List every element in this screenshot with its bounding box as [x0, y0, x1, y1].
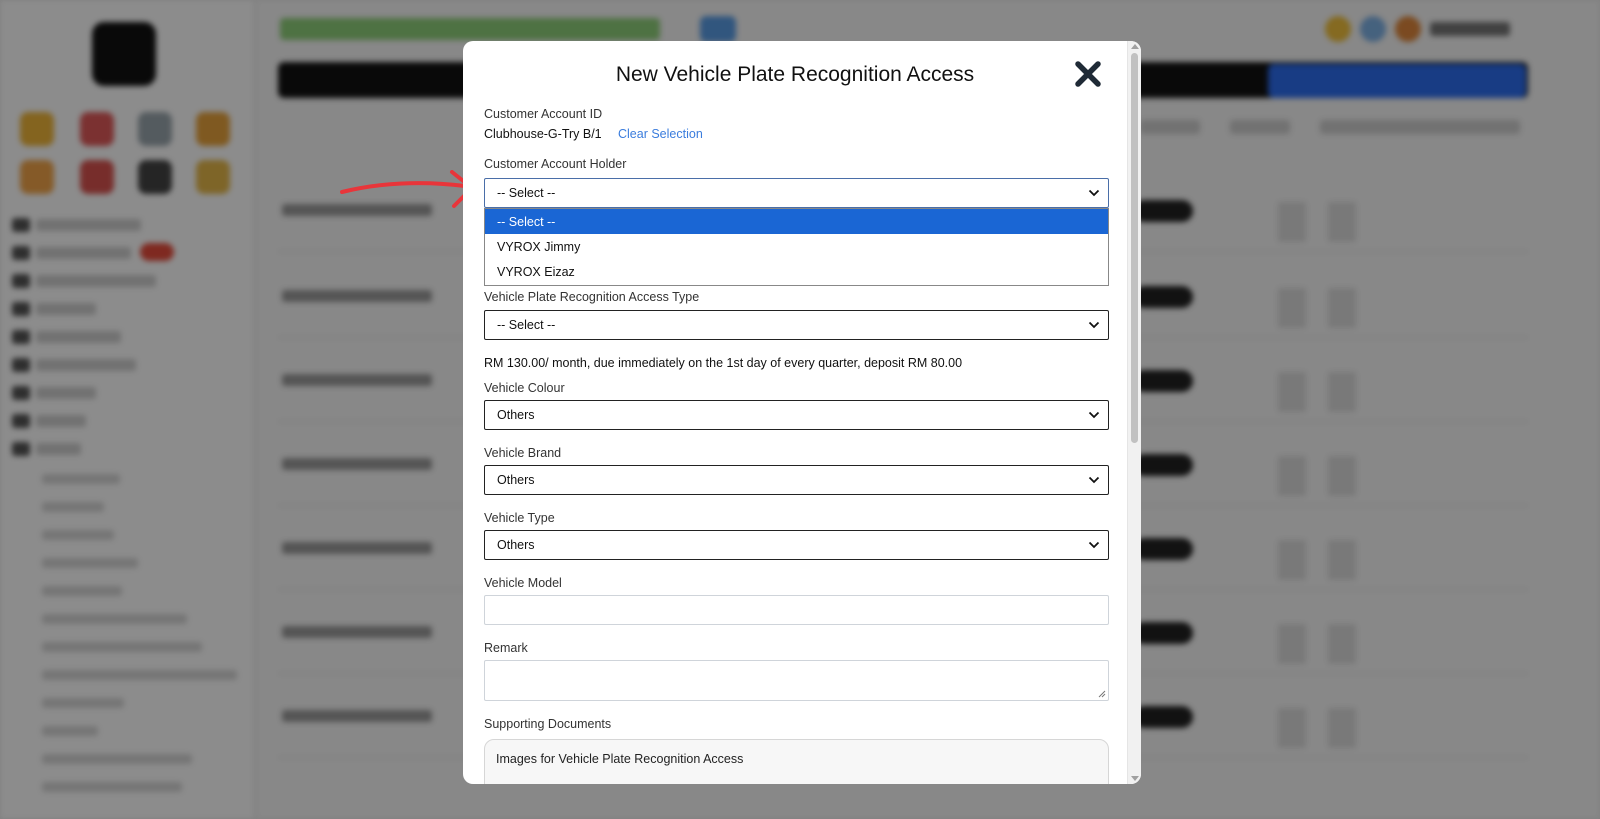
chevron-down-icon	[1088, 541, 1100, 549]
scroll-up-arrow-icon[interactable]	[1131, 44, 1139, 49]
chevron-down-icon	[1088, 189, 1100, 197]
vehicle-model-label: Vehicle Model	[484, 576, 562, 590]
close-button[interactable]	[1073, 59, 1103, 89]
vehicle-type-selected: Others	[497, 538, 535, 552]
pricing-note: RM 130.00/ month, due immediately on the…	[484, 356, 963, 370]
vehicle-brand-select[interactable]: Others	[484, 465, 1109, 495]
scroll-down-arrow-icon[interactable]	[1131, 776, 1139, 781]
chevron-down-icon	[1088, 321, 1100, 329]
new-vehicle-access-modal: New Vehicle Plate Recognition Access Cus…	[463, 41, 1141, 784]
remark-label: Remark	[484, 641, 528, 655]
customer-account-holder-dropdown: -- Select -- VYROX Jimmy VYROX Eizaz	[484, 208, 1109, 286]
access-type-selected: -- Select --	[497, 318, 556, 332]
vehicle-type-select[interactable]: Others	[484, 530, 1109, 560]
supporting-documents-upload[interactable]: Images for Vehicle Plate Recognition Acc…	[484, 739, 1109, 784]
resize-handle-icon[interactable]	[1098, 690, 1106, 698]
customer-account-id-value: Clubhouse-G-Try B/1	[484, 127, 602, 141]
supporting-documents-label: Supporting Documents	[484, 717, 612, 731]
scroll-thumb[interactable]	[1131, 53, 1138, 443]
customer-account-holder-label: Customer Account Holder	[484, 157, 627, 171]
vehicle-colour-selected: Others	[497, 408, 535, 422]
vehicle-colour-label: Vehicle Colour	[484, 381, 565, 395]
clear-selection-link[interactable]: Clear Selection	[618, 127, 703, 141]
customer-account-holder-selected: -- Select --	[497, 186, 556, 200]
dropdown-option-vyrox-jimmy[interactable]: VYROX Jimmy	[485, 234, 1108, 259]
vehicle-brand-selected: Others	[497, 473, 535, 487]
remark-textarea[interactable]	[484, 660, 1109, 701]
modal-scrollbar[interactable]	[1127, 41, 1141, 784]
close-icon	[1075, 61, 1101, 87]
dropdown-option-vyrox-eizaz[interactable]: VYROX Eizaz	[485, 259, 1108, 284]
customer-account-holder-select[interactable]: -- Select --	[484, 178, 1109, 208]
customer-account-id-label: Customer Account ID	[484, 107, 603, 121]
vehicle-colour-select[interactable]: Others	[484, 400, 1109, 430]
vehicle-model-input[interactable]	[484, 595, 1109, 625]
chevron-down-icon	[1088, 411, 1100, 419]
access-type-label: Vehicle Plate Recognition Access Type	[484, 290, 700, 304]
chevron-down-icon	[1088, 476, 1100, 484]
modal-title: New Vehicle Plate Recognition Access	[615, 63, 975, 86]
vehicle-brand-label: Vehicle Brand	[484, 446, 562, 460]
dropdown-option-select[interactable]: -- Select --	[485, 209, 1108, 234]
upload-box-text: Images for Vehicle Plate Recognition Acc…	[496, 752, 744, 766]
access-type-select[interactable]: -- Select --	[484, 310, 1109, 340]
vehicle-type-label: Vehicle Type	[484, 511, 555, 525]
modal-body: New Vehicle Plate Recognition Access Cus…	[463, 41, 1127, 784]
